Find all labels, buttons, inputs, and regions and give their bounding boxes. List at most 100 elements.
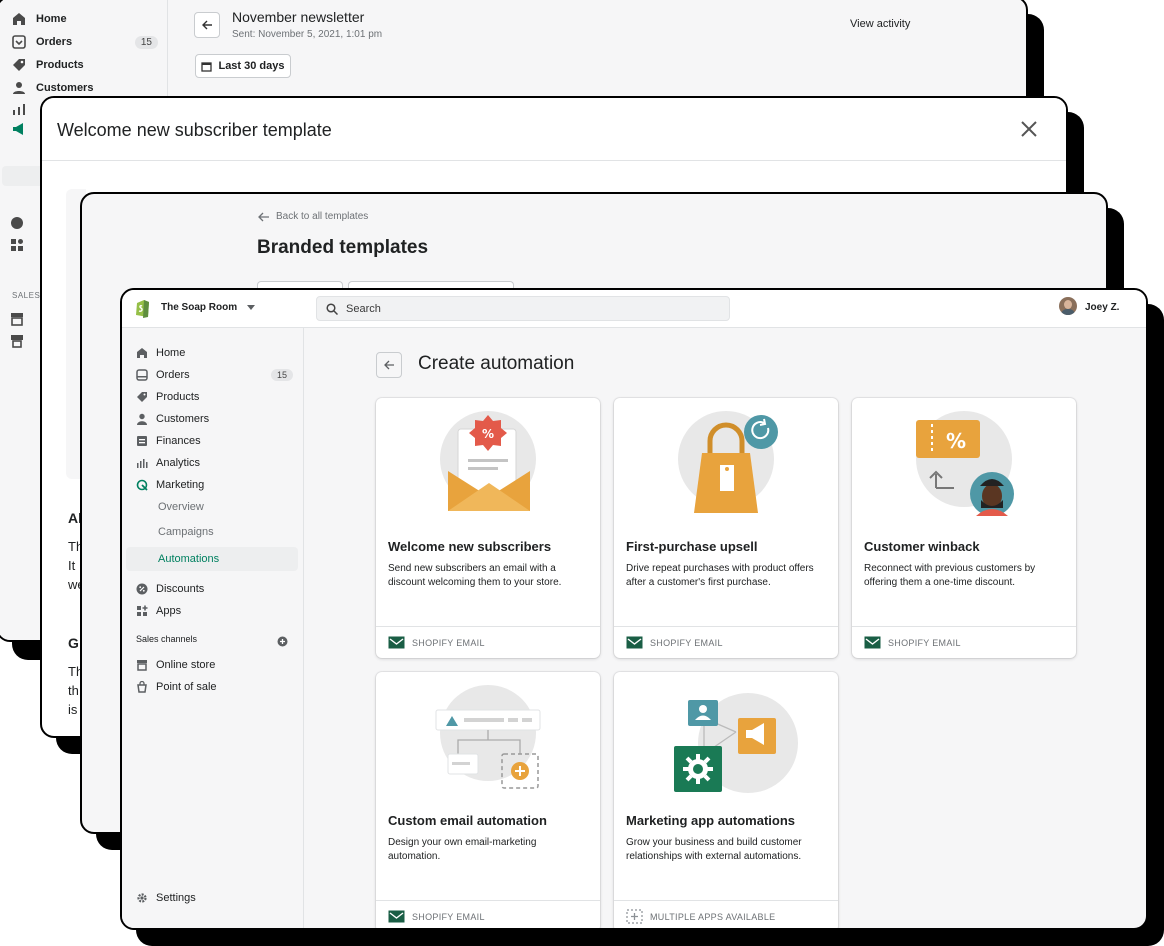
marketing-icon [136,479,148,491]
card-title: Custom email automation [388,813,547,828]
sidebar-item-settings[interactable]: Settings [136,887,297,909]
back-button[interactable] [194,12,220,38]
automation-card-marketing-apps[interactable]: Marketing app automations Grow your busi… [614,672,838,928]
back-button[interactable] [376,352,402,378]
sidebar-item-apps[interactable]: Apps [136,600,297,622]
card-footer: SHOPIFY EMAIL [376,626,600,658]
sidebar-item-home[interactable]: Home [12,12,67,26]
user-name[interactable]: Joey Z. [1085,302,1119,313]
card-footer: MULTIPLE APPS AVAILABLE [614,900,838,928]
sidebar-item-home[interactable]: Home [136,342,297,364]
add-app-icon [626,909,643,924]
sidebar-item-products[interactable]: Products [136,386,297,408]
page-title: Branded templates [257,237,429,258]
shopping-bag-illustration [614,398,838,530]
store-switcher[interactable]: The Soap Room [161,302,256,313]
view-activity-link[interactable]: View activity [850,18,910,30]
top-bar: The Soap Room Search Joey Z. [122,290,1146,328]
apps-icon [10,238,24,257]
person-icon [12,81,26,95]
arrow-left-icon [258,212,269,221]
workflow-illustration [376,672,600,804]
card-description: Reconnect with previous customers by off… [864,563,1036,588]
card-title: Welcome new subscribers [388,539,552,554]
card-description: Design your own email-marketing automati… [388,837,537,862]
close-icon[interactable] [1020,120,1038,143]
sidebar-item-orders[interactable]: Orders 15 [12,35,158,49]
sales-channels-label: Sales channels [136,634,198,644]
card-description: Drive repeat purchases with product offe… [626,563,814,588]
store-icon [10,312,24,331]
email-icon [626,636,643,649]
bank-icon [136,435,148,447]
megaphone-icon [12,122,26,141]
discount-icon [10,216,24,235]
sidebar-item-products[interactable]: Products [12,58,84,72]
apps-illustration [614,672,838,804]
automation-card-winback[interactable]: % Customer winback Reconnect with previo… [852,398,1076,658]
analytics-icon [12,102,26,121]
analytics-icon [136,457,148,469]
date-range-button[interactable]: Last 30 days [195,54,291,78]
sent-timestamp: Sent: November 5, 2021, 1:01 pm [232,29,383,40]
email-icon [388,910,405,923]
back-to-templates-link[interactable]: Back to all templates [258,211,368,222]
card-description: Send new subscribers an email with a dis… [388,563,562,588]
sidebar-item-overview[interactable]: Overview [158,501,204,513]
sidebar-item-automations[interactable]: Automations [158,553,219,565]
arrow-left-icon [202,20,212,30]
sidebar-item-analytics[interactable]: Analytics [136,452,297,474]
sidebar-item-campaigns[interactable]: Campaigns [158,526,214,538]
svg-text:%: % [482,427,494,441]
page-title: Create automation [418,353,575,374]
orders-badge: 15 [134,35,158,49]
sidebar-item-discounts[interactable]: Discounts [136,578,297,600]
sidebar-item-point-of-sale[interactable]: Point of sale [136,676,297,698]
tag-icon [136,391,148,403]
automation-card-upsell[interactable]: First-purchase upsell Drive repeat purch… [614,398,838,658]
shopify-logo-icon [134,299,150,323]
text-fragment: is [68,702,78,717]
modal-title: Welcome new subscriber template [57,120,332,140]
shopping-bag-icon [136,681,148,693]
apps-icon [136,605,148,617]
search-input[interactable]: Search [316,296,730,321]
orders-badge: 15 [270,369,293,381]
calendar-icon [201,61,213,72]
sidebar: Home Orders 15 Products Customers Financ… [122,328,304,928]
text-fragment: th [68,683,79,698]
add-channel-icon[interactable] [277,634,288,652]
shopify-admin-window: The Soap Room Search Joey Z. Home Orders… [120,288,1148,930]
chevron-down-icon [247,305,256,310]
card-title: Marketing app automations [626,813,796,828]
text-fragment: It [68,558,76,573]
card-title: Customer winback [864,539,980,554]
sidebar-item-orders[interactable]: Orders 15 [136,364,297,386]
winback-illustration: % [852,398,1076,530]
automation-card-custom[interactable]: Custom email automation Design your own … [376,672,600,928]
sidebar-item-online-store[interactable]: Online store [136,654,297,676]
sidebar-item-marketing[interactable]: Marketing [136,474,297,496]
orders-icon [12,35,26,49]
email-icon [388,636,405,649]
sidebar-item-finances[interactable]: Finances [136,430,297,452]
card-description: Grow your business and build customer re… [626,837,802,862]
sidebar-item-customers[interactable]: Customers [12,81,93,95]
discount-icon [136,583,148,595]
gear-icon [136,892,148,904]
svg-text:%: % [946,429,966,453]
home-icon [12,12,26,26]
card-title: First-purchase upsell [626,539,758,554]
store-icon [136,659,148,671]
automation-card-welcome[interactable]: % Welcome new subscribers Send new subsc… [376,398,600,658]
email-icon [864,636,881,649]
avatar[interactable] [1059,297,1077,315]
section-heading: G [68,635,79,651]
card-footer: SHOPIFY EMAIL [852,626,1076,658]
arrow-left-icon [384,360,394,370]
person-icon [136,413,148,425]
tag-icon [12,58,26,72]
sidebar-item-customers[interactable]: Customers [136,408,297,430]
sales-channels-label: SALES [12,291,41,300]
pos-icon [10,334,24,353]
